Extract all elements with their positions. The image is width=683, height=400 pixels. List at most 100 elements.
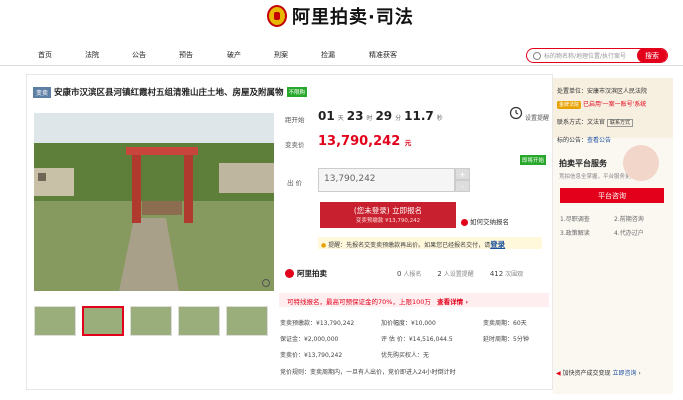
- nav-bankruptcy[interactable]: 破产: [227, 50, 241, 60]
- consult-link[interactable]: 立即咨询: [612, 370, 636, 377]
- increment-info: 加价幅度：¥10,000: [381, 320, 436, 327]
- notice-text: 提醒：先报名交变卖预缴款再出价。如果您已经报名交付，请: [328, 242, 491, 249]
- view-count-value: 412: [489, 270, 504, 278]
- bid-label: 出 价: [287, 179, 303, 187]
- court-tip: 已启用'一案一账号'系统: [582, 101, 647, 108]
- service-title: 拍卖平台服务: [559, 159, 607, 168]
- apply-button-label: (您未登录) 立即报名: [353, 206, 423, 215]
- contact-label: 联系方式：: [557, 119, 588, 126]
- item-title: 安康市汉滨区县河镇红霞村五组清雅山庄土地、房屋及附属物: [54, 88, 284, 98]
- countdown-minutes: 29: [375, 109, 393, 123]
- zoom-icon[interactable]: [262, 279, 270, 287]
- chevron-right-icon: ›: [638, 370, 641, 377]
- nav-leads[interactable]: 精准获客: [369, 50, 397, 60]
- assess-info: 评 估 价：¥14,516,044.5: [381, 336, 453, 343]
- view-count: 412 次围观: [490, 269, 523, 278]
- apply-deposit-label: 变卖预缴款 ¥13,790,242: [355, 218, 421, 224]
- notice-info: 标的公告：查看公告: [557, 135, 611, 144]
- thumbnail[interactable]: [226, 306, 268, 336]
- countdown-hours: 23: [346, 109, 364, 123]
- loan-details-link[interactable]: 查看详情 ›: [437, 298, 468, 306]
- service-link[interactable]: 1.尽职调查: [560, 214, 590, 223]
- service-link[interactable]: 4.代办过户: [614, 228, 644, 237]
- court-info: 处置单位：安康市汉滨区人民法院: [557, 86, 647, 95]
- nav-home[interactable]: 首页: [38, 50, 52, 60]
- bond-info: 保证金：¥2,000,000: [280, 336, 339, 343]
- header: 阿里拍卖·司法: [0, 0, 683, 40]
- minutes-unit: 分: [395, 115, 402, 122]
- how-to-pay-link[interactable]: 如何交纳报名: [461, 216, 509, 226]
- deposit-info: 变卖预缴款：¥13,790,242: [280, 320, 355, 327]
- court-status: 金牌法院 已启用'一案一账号'系统: [557, 99, 647, 109]
- nav-court[interactable]: 法院: [85, 50, 99, 60]
- set-reminder-label: 设置提醒: [524, 115, 549, 122]
- days-unit: 天: [337, 115, 344, 122]
- agent-avatar: [623, 145, 659, 181]
- sale-type-badge: 变卖: [33, 86, 52, 98]
- view-count-label: 次围观: [505, 271, 524, 278]
- alarm-clock-icon: [509, 106, 523, 120]
- search-bar: 标的物名称/地理位置/执行案号 搜索: [526, 48, 668, 63]
- increase-bid-button[interactable]: +: [455, 168, 470, 180]
- nav-bargain[interactable]: 捡漏: [321, 50, 335, 60]
- nav-criminal[interactable]: 刑案: [274, 50, 288, 60]
- search-input[interactable]: 标的物名称/地理位置/执行案号: [544, 51, 637, 60]
- service-link[interactable]: 2.前期咨询: [614, 214, 644, 223]
- priority-info: 优先购买权人：无: [381, 352, 430, 359]
- stats-brand: 阿里拍卖: [297, 269, 327, 278]
- reminder-count-label: 人设置提醒: [443, 271, 474, 278]
- signup-count: 0 人报名: [397, 269, 421, 278]
- court-emblem-icon: [267, 5, 287, 27]
- nav-announcement[interactable]: 公告: [132, 50, 146, 60]
- bid-input[interactable]: 13,790,242: [318, 168, 455, 192]
- decrease-bid-button[interactable]: -: [455, 180, 470, 192]
- apply-button[interactable]: (您未登录) 立即报名 变卖预缴款 ¥13,790,242: [320, 202, 456, 228]
- countdown-label: 距开始: [285, 116, 305, 124]
- court-name[interactable]: 安康市汉滨区人民法院: [587, 88, 647, 95]
- thumbnail-strip: [34, 306, 268, 336]
- signup-count-label: 人报名: [403, 271, 422, 278]
- countdown-seconds: 11.7: [404, 109, 434, 123]
- how-to-pay-label: 如何交纳报名: [470, 218, 509, 226]
- countdown: 01 天 23 时 29 分 11.7 秒: [318, 109, 446, 123]
- contact-button[interactable]: 联系方式: [606, 119, 633, 127]
- price-label: 变卖价: [285, 141, 305, 149]
- main-photo[interactable]: [34, 113, 274, 291]
- search-button[interactable]: 搜索: [637, 49, 667, 62]
- thumbnail[interactable]: [130, 306, 172, 336]
- court-label: 处置单位：: [557, 88, 588, 95]
- contact-name: 文法官: [587, 119, 606, 126]
- sidebar-consult-row[interactable]: ◀ 加快资产成交变现 立即咨询 ›: [556, 368, 641, 377]
- bid-stepper: + -: [455, 168, 470, 192]
- contact-info: 联系方式：文法官 联系方式: [557, 117, 633, 127]
- delay-info: 延时周期：5分钟: [483, 336, 529, 343]
- sale-price-info: 变卖价：¥13,790,242: [280, 352, 343, 359]
- login-notice: ● 提醒：先报名交变卖预缴款再出价。如果您已经报名交付，请登录: [318, 237, 542, 249]
- status-badge: 即将开始: [520, 155, 547, 165]
- loan-text: 可特线报名，最高可预保证金的70%，上限100万: [287, 298, 431, 306]
- sale-price: 13,790,242 元: [318, 134, 411, 149]
- period-info: 变卖周期：60天: [483, 320, 527, 327]
- rule-info: 竞价规则：变卖周期内，一旦有人出价，竞价即进入24小时倒计时: [280, 369, 456, 376]
- nav-preview[interactable]: 预告: [179, 50, 193, 60]
- thumbnail[interactable]: [178, 306, 220, 336]
- sale-price-value: 13,790,242: [318, 134, 401, 149]
- item-title-bar: 变卖 安康市汉滨区县河镇红霞村五组清雅山庄土地、房屋及附属物 不限购: [33, 86, 308, 98]
- info-icon: [461, 218, 468, 226]
- unrestricted-badge: 不限购: [286, 87, 308, 97]
- countdown-days: 01: [318, 109, 335, 123]
- thumbnail[interactable]: [82, 306, 124, 336]
- brand-logo[interactable]: 阿里拍卖·司法: [267, 3, 414, 29]
- platform-consult-button[interactable]: 平台咨询: [560, 188, 664, 203]
- bulb-icon: ●: [321, 242, 327, 249]
- consult-text: 加快资产成交变现: [562, 370, 611, 377]
- login-link[interactable]: 登录: [490, 240, 505, 249]
- thumbnail[interactable]: [34, 306, 76, 336]
- service-link[interactable]: 3.政策解读: [560, 228, 590, 237]
- property-gate-image: [34, 113, 274, 291]
- search-icon: [533, 51, 541, 60]
- brand-name: 阿里拍卖·司法: [292, 7, 414, 28]
- view-notice-link[interactable]: 查看公告: [587, 137, 611, 144]
- set-reminder-button[interactable]: 设置提醒: [509, 106, 549, 122]
- megaphone-icon: ◀: [556, 370, 561, 377]
